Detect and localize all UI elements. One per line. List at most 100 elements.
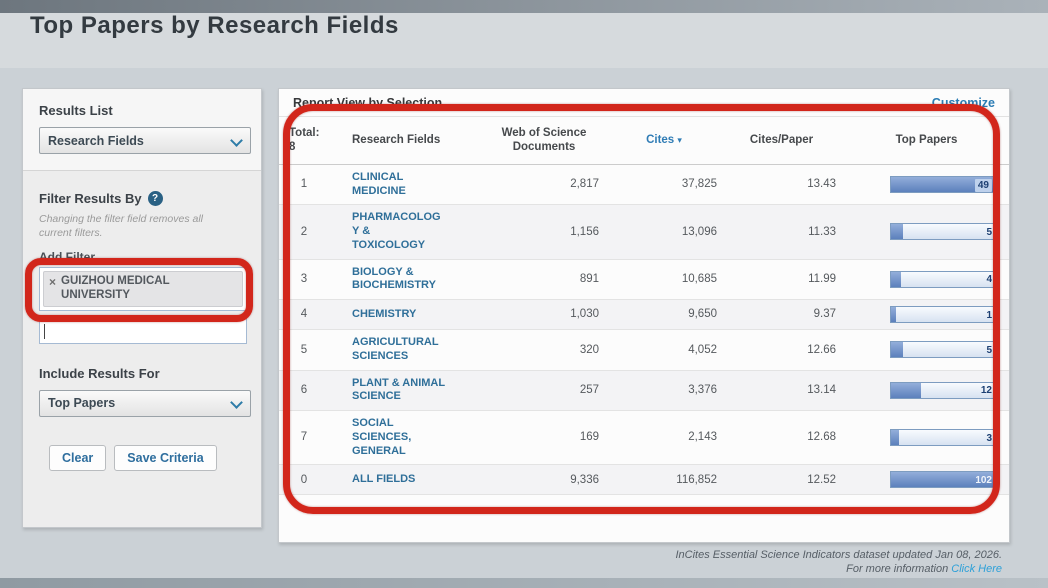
results-list-label: Results List: [39, 103, 245, 118]
click-here-link[interactable]: Click Here: [951, 563, 1002, 575]
top-papers-bar: 102: [890, 471, 995, 488]
remove-filter-icon[interactable]: ×: [49, 275, 56, 303]
table-row: 2 PHARMACOLOG Y & TOXICOLOGY 1,156 13,09…: [279, 205, 1009, 259]
top-papers-cell: 5: [844, 330, 1009, 371]
cites-per-paper-cell: 9.37: [719, 300, 844, 330]
wos-documents-cell: 1,030: [479, 300, 609, 330]
top-papers-value: 102: [975, 474, 992, 487]
top-papers-value: 4: [986, 273, 992, 286]
include-results-value: Top Papers: [48, 396, 230, 410]
cites-per-paper-cell: 12.52: [719, 465, 844, 495]
wos-documents-cell: 2,817: [479, 164, 609, 205]
sidebar: Results List Research Fields Filter Resu…: [22, 88, 262, 528]
wos-documents-cell: 1,156: [479, 205, 609, 259]
help-icon[interactable]: ?: [148, 191, 163, 206]
window-bottom-strip: [0, 578, 1048, 588]
research-field-link[interactable]: PHARMACOLOG Y & TOXICOLOGY: [329, 205, 479, 259]
table-row: 5 AGRICULTURAL SCIENCES 320 4,052 12.66 …: [279, 330, 1009, 371]
column-header-cites-per-paper: Cites/Paper: [719, 117, 844, 164]
column-header-top-papers: Top Papers: [844, 117, 1009, 164]
add-filter-input[interactable]: [39, 318, 247, 344]
top-papers-bar: 5: [890, 341, 995, 358]
table-row: 0 ALL FIELDS 9,336 116,852 12.52 102: [279, 465, 1009, 495]
column-header-wos-documents: Web of Science Documents: [479, 117, 609, 164]
chevron-down-icon: [230, 135, 242, 147]
cites-cell: 4,052: [609, 330, 719, 371]
rank-cell: 2: [279, 205, 329, 259]
rank-cell: 6: [279, 370, 329, 411]
wos-documents-cell: 891: [479, 259, 609, 300]
top-papers-cell: 102: [844, 465, 1009, 495]
top-papers-cell: 4: [844, 259, 1009, 300]
sort-descending-icon: ▾: [677, 135, 682, 145]
clear-button[interactable]: Clear: [49, 445, 106, 471]
include-results-section: Include Results For Top Papers: [23, 344, 261, 417]
wos-documents-cell: 257: [479, 370, 609, 411]
cites-cell: 9,650: [609, 300, 719, 330]
report-panel: Report View by Selection Customize Total…: [278, 88, 1010, 543]
filter-hint-text: Changing the filter field removes all cu…: [39, 213, 245, 240]
top-papers-value: 49: [975, 179, 992, 192]
rank-cell: 7: [279, 411, 329, 465]
research-field-link[interactable]: BIOLOGY & BIOCHEMISTRY: [329, 259, 479, 300]
cites-cell: 2,143: [609, 411, 719, 465]
results-table: Total: 8 Research Fields Web of Science …: [279, 117, 1009, 495]
cites-cell: 3,376: [609, 370, 719, 411]
top-papers-bar-fill: [891, 342, 903, 357]
top-papers-value: 5: [986, 226, 992, 239]
research-field-link[interactable]: SOCIAL SCIENCES, GENERAL: [329, 411, 479, 465]
customize-link[interactable]: Customize: [932, 96, 995, 110]
rank-cell: 4: [279, 300, 329, 330]
footer-note: InCites Essential Science Indicators dat…: [675, 549, 1002, 577]
results-list-section: Results List Research Fields: [23, 89, 261, 171]
column-header-cites-sort[interactable]: Cites ▾: [609, 117, 719, 164]
wos-documents-cell: 169: [479, 411, 609, 465]
cites-per-paper-cell: 12.66: [719, 330, 844, 371]
wos-documents-cell: 9,336: [479, 465, 609, 495]
top-papers-cell: 1: [844, 300, 1009, 330]
research-field-link[interactable]: AGRICULTURAL SCIENCES: [329, 330, 479, 371]
research-field-link[interactable]: PLANT & ANIMAL SCIENCE: [329, 370, 479, 411]
save-criteria-button[interactable]: Save Criteria: [114, 445, 216, 471]
top-papers-cell: 3: [844, 411, 1009, 465]
top-papers-bar-fill: [891, 224, 903, 239]
cites-per-paper-cell: 13.43: [719, 164, 844, 205]
cites-cell: 116,852: [609, 465, 719, 495]
top-papers-bar: 5: [890, 223, 995, 240]
research-field-link[interactable]: ALL FIELDS: [329, 465, 479, 495]
table-row: 1 CLINICAL MEDICINE 2,817 37,825 13.43 4…: [279, 164, 1009, 205]
cites-cell: 37,825: [609, 164, 719, 205]
report-table-body: 1 CLINICAL MEDICINE 2,817 37,825 13.43 4…: [279, 164, 1009, 495]
research-field-link[interactable]: CHEMISTRY: [329, 300, 479, 330]
dataset-updated-text: InCites Essential Science Indicators dat…: [675, 549, 1002, 563]
text-caret: [44, 324, 45, 339]
cites-per-paper-cell: 13.14: [719, 370, 844, 411]
include-results-select[interactable]: Top Papers: [39, 390, 251, 417]
research-field-link[interactable]: CLINICAL MEDICINE: [329, 164, 479, 205]
top-papers-bar: 49: [890, 176, 995, 193]
results-list-select[interactable]: Research Fields: [39, 127, 251, 154]
cites-per-paper-cell: 11.99: [719, 259, 844, 300]
rank-cell: 0: [279, 465, 329, 495]
cites-per-paper-cell: 12.68: [719, 411, 844, 465]
rank-cell: 3: [279, 259, 329, 300]
top-papers-bar: 12: [890, 382, 995, 399]
table-row: 6 PLANT & ANIMAL SCIENCE 257 3,376 13.14…: [279, 370, 1009, 411]
top-papers-cell: 49: [844, 164, 1009, 205]
chevron-down-icon: [230, 397, 242, 409]
report-view-title: Report View by Selection: [293, 96, 442, 110]
top-papers-bar-fill: [891, 307, 896, 322]
include-results-label: Include Results For: [39, 366, 245, 381]
top-papers-cell: 5: [844, 205, 1009, 259]
top-papers-value: 1: [986, 309, 992, 322]
more-info-text: For more information: [846, 563, 948, 575]
column-header-research-fields: Research Fields: [329, 117, 479, 164]
top-papers-value: 3: [986, 432, 992, 445]
filter-tag[interactable]: × GUIZHOU MEDICAL UNIVERSITY: [43, 271, 243, 307]
top-papers-bar-fill: [891, 383, 921, 398]
top-papers-cell: 12: [844, 370, 1009, 411]
results-list-value: Research Fields: [48, 134, 230, 148]
filter-section: Filter Results By ? Changing the filter …: [23, 171, 261, 344]
column-header-total: Total: 8: [279, 117, 329, 164]
wos-documents-cell: 320: [479, 330, 609, 371]
